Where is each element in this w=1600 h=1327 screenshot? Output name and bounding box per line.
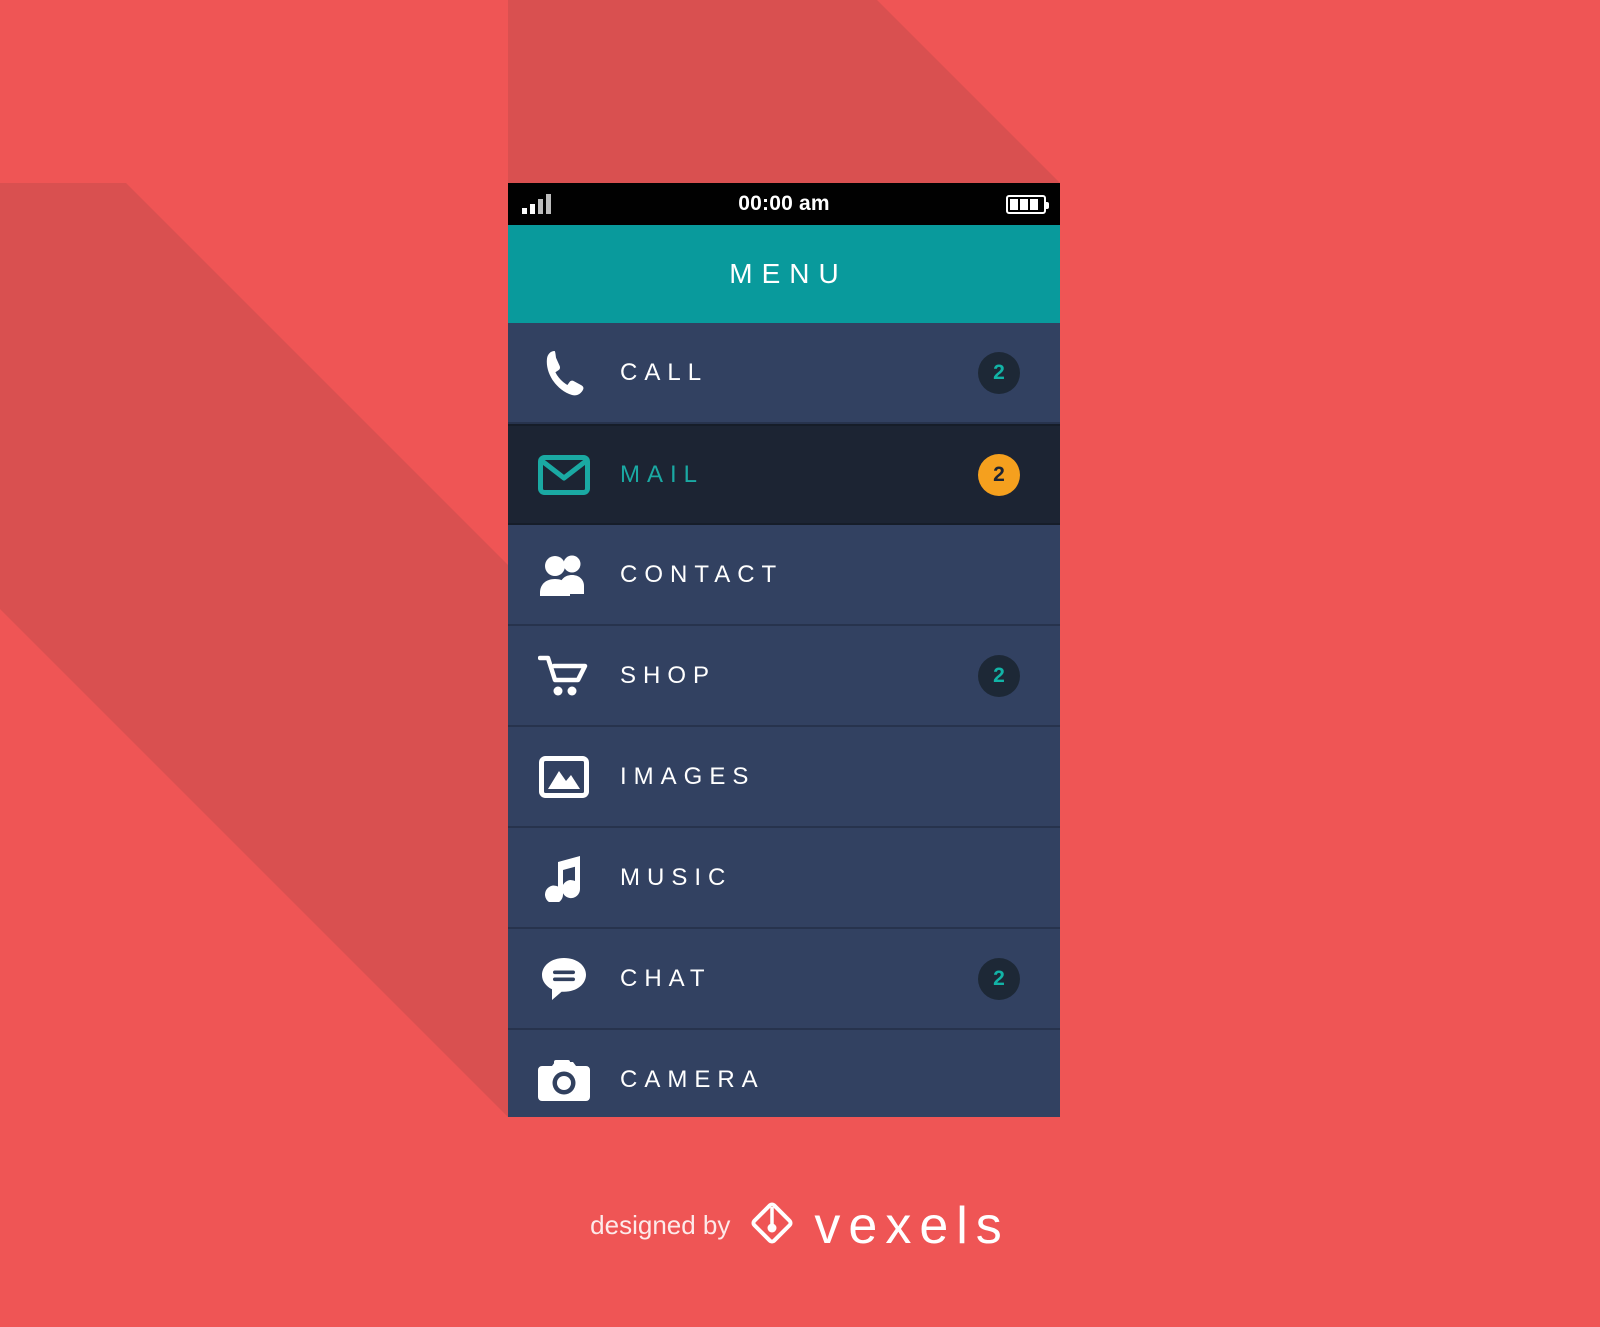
vexels-brand-text: vexels <box>814 1196 1010 1255</box>
menu-item-label: CALL <box>620 358 709 386</box>
menu-header: MENU <box>508 225 1060 323</box>
menu-item-contact[interactable]: CONTACT <box>508 525 1060 626</box>
menu-item-label: MAIL <box>620 460 705 488</box>
camera-icon <box>508 1059 620 1101</box>
menu-item-badge: 2 <box>978 453 1020 496</box>
contacts-icon <box>508 554 620 596</box>
vexels-watermark: designed by vexels <box>0 1195 1600 1256</box>
menu-item-badge: 2 <box>978 351 1020 394</box>
chat-icon <box>508 956 620 1002</box>
battery-icon <box>1006 194 1049 214</box>
menu-item-camera[interactable]: CAMERA <box>508 1030 1060 1117</box>
mail-icon <box>508 454 620 495</box>
vexels-pen-diamond-icon <box>744 1195 800 1256</box>
status-bar: 00:00 am <box>508 183 1060 225</box>
menu-item-mail[interactable]: MAIL 2 <box>508 424 1060 525</box>
menu-item-label: SHOP <box>620 661 717 689</box>
menu-item-shop[interactable]: SHOP 2 <box>508 626 1060 727</box>
menu-item-call[interactable]: CALL 2 <box>508 323 1060 424</box>
designed-by-label: designed by <box>590 1210 731 1240</box>
menu-list: CALL 2 MAIL 2 CONTACT SHOP 2 IMAGES MUSIC CHAT 2 CA… <box>508 323 1060 1117</box>
menu-item-label: CONTACT <box>620 560 784 588</box>
music-icon <box>508 854 620 902</box>
menu-item-label: CHAT <box>620 964 712 992</box>
menu-item-label: MUSIC <box>620 863 733 891</box>
menu-item-label: CAMERA <box>620 1065 765 1093</box>
status-bar-time: 00:00 am <box>738 192 830 215</box>
image-icon <box>508 755 620 798</box>
page-title: MENU <box>729 258 848 289</box>
menu-item-music[interactable]: MUSIC <box>508 828 1060 929</box>
phone-mockup: 00:00 am MENU CALL 2 MAIL 2 CONTACT SHOP 2 IMAG… <box>508 183 1060 1117</box>
signal-bars-icon <box>522 194 551 214</box>
menu-item-badge: 2 <box>978 654 1020 697</box>
cart-icon <box>508 654 620 698</box>
menu-item-badge: 2 <box>978 957 1020 1000</box>
menu-item-label: IMAGES <box>620 762 756 790</box>
menu-item-images[interactable]: IMAGES <box>508 727 1060 828</box>
phone-icon <box>508 349 620 397</box>
menu-item-chat[interactable]: CHAT 2 <box>508 929 1060 1030</box>
